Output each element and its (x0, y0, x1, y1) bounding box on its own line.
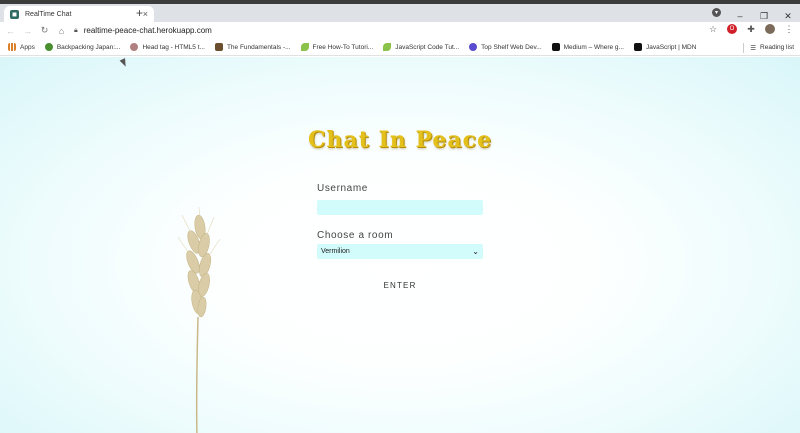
tab-bar: ◼ RealTime Chat × + – ❐ ✕ (0, 4, 800, 22)
bookmark-free-how-to[interactable]: Free How-To Tutori... (300, 43, 373, 51)
room-label: Choose a room (317, 230, 394, 241)
new-tab-button[interactable]: + (136, 7, 143, 19)
room-select[interactable]: Vermilion ⌄ (317, 244, 483, 259)
reload-icon[interactable]: ↻ (36, 25, 53, 36)
chat-favicon-icon: ◼ (10, 9, 19, 19)
bookmark-top-shelf[interactable]: Top Shelf Web Dev... (469, 43, 542, 51)
bookmark-favicon-icon (469, 43, 478, 51)
username-label: Username (317, 183, 368, 194)
username-input[interactable] (317, 200, 483, 215)
extensions-puzzle-icon[interactable]: ✚ (746, 24, 756, 34)
tab-search-icon[interactable]: ▾ (712, 8, 721, 17)
mdn-favicon-icon (633, 43, 642, 51)
url-text[interactable]: realtime-peace-chat.herokuapp.com (84, 26, 212, 35)
leaf-favicon-icon (300, 43, 309, 51)
tab-realtime-chat[interactable]: ◼ RealTime Chat × (4, 6, 154, 22)
bookmark-backpacking-japan[interactable]: Backpacking Japan:... (44, 43, 120, 51)
mouse-cursor-icon (119, 58, 129, 68)
opera-extension-icon[interactable]: O (727, 24, 737, 34)
back-icon[interactable]: ← (2, 26, 19, 36)
page-title: Chat In Peace (307, 127, 493, 153)
room-selected-value: Vermilion (321, 248, 350, 255)
bookmark-mdn[interactable]: JavaScript | MDN (633, 43, 696, 51)
home-icon[interactable]: ⌂ (53, 26, 70, 36)
enter-button[interactable]: ENTER (0, 281, 800, 290)
tab-close-icon[interactable]: × (143, 9, 148, 19)
bookmark-head-tag[interactable]: Head tag - HTML5 t... (130, 43, 205, 51)
bookmark-favicon-icon (130, 43, 139, 51)
apps-grid-icon (8, 43, 16, 51)
menu-dots-icon[interactable]: ⋮ (784, 24, 794, 34)
reading-list[interactable]: ☰ Reading list (743, 39, 794, 56)
medium-favicon-icon (551, 43, 560, 51)
minimize-button[interactable]: – (728, 11, 752, 21)
forward-icon[interactable]: → (19, 26, 36, 36)
leaf-favicon-icon (383, 43, 392, 51)
bookmark-apps[interactable]: Apps (8, 43, 35, 51)
bookmark-favicon-icon (214, 43, 223, 51)
form-spacer (317, 215, 483, 230)
bookmark-favicon-icon (44, 43, 53, 51)
bookmark-medium[interactable]: Medium – Where g... (551, 43, 624, 51)
bookmark-fundamentals[interactable]: The Fundamentals -... (214, 43, 291, 51)
bookmark-javascript-code[interactable]: JavaScript Code Tut... (383, 43, 459, 51)
page-content: Chat In Peace Username Choose a room Ver… (0, 57, 800, 433)
toolbar-actions: ☆ O ✚ ⋮ (708, 24, 794, 34)
tab-title: RealTime Chat (25, 10, 72, 18)
bookmark-star-icon[interactable]: ☆ (708, 24, 718, 34)
browser-toolbar: ← → ↻ ⌂ 🔒︎ realtime-peace-chat.herokuapp… (0, 22, 800, 39)
maximize-button[interactable]: ❐ (752, 11, 776, 22)
reading-list-icon: ☰ (750, 44, 757, 52)
wheat-stalk-image (177, 207, 221, 433)
chevron-down-icon: ⌄ (472, 247, 479, 256)
lock-icon: 🔒︎ (74, 26, 78, 34)
bookmarks-divider (743, 42, 745, 53)
profile-avatar[interactable] (765, 24, 775, 34)
close-window-button[interactable]: ✕ (776, 11, 800, 22)
address-bar[interactable]: 🔒︎ realtime-peace-chat.herokuapp.com (74, 23, 710, 38)
bookmarks-bar: Apps Backpacking Japan:... Head tag - HT… (0, 39, 800, 56)
join-form: Username Choose a room Vermilion ⌄ (317, 183, 483, 259)
